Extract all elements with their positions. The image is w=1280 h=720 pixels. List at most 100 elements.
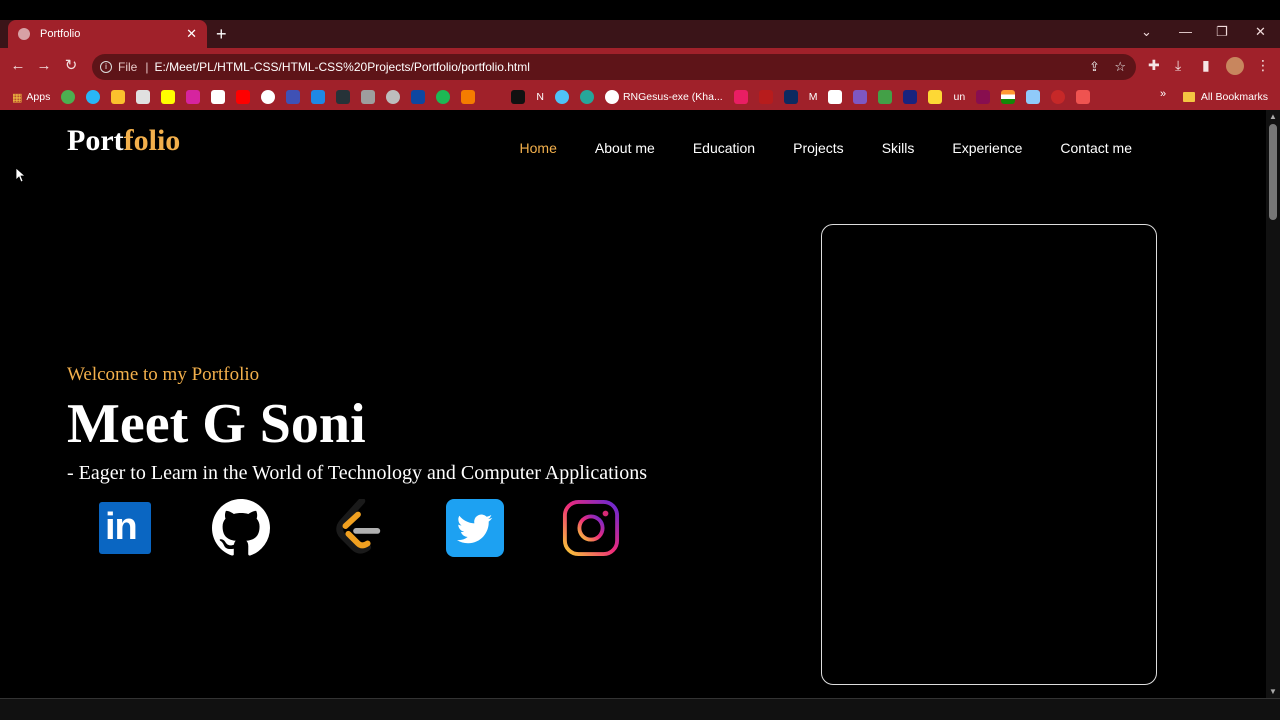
- gem-icon: [286, 90, 301, 104]
- minimize-icon[interactable]: —: [1179, 24, 1192, 39]
- globe-icon: [18, 28, 30, 40]
- bookmark-un[interactable]: un: [953, 91, 965, 103]
- portfolio-page: Portfolio Home About me Education Projec…: [0, 110, 1266, 698]
- bookmark-26[interactable]: [878, 90, 893, 104]
- nav-skills[interactable]: Skills: [882, 140, 915, 156]
- bookmark-6[interactable]: [186, 90, 201, 104]
- nav-projects[interactable]: Projects: [793, 140, 844, 156]
- close-tab-icon[interactable]: ✕: [186, 26, 197, 42]
- tab-search-icon[interactable]: ⌄: [1141, 24, 1152, 40]
- photo-icon: [1026, 90, 1041, 104]
- all-bookmarks-button[interactable]: All Bookmarks: [1182, 84, 1268, 110]
- restore-icon[interactable]: ❐: [1216, 24, 1228, 40]
- bookmark-15[interactable]: [411, 90, 426, 104]
- edge-icon: [86, 90, 101, 104]
- bookmark-11[interactable]: [311, 90, 326, 104]
- extensions-icon[interactable]: ✚: [1148, 57, 1160, 74]
- bookmark-30[interactable]: [1001, 90, 1016, 104]
- browser-tab[interactable]: Portfolio ✕: [8, 20, 207, 48]
- bookmark-32[interactable]: [1051, 90, 1066, 104]
- info-icon[interactable]: i: [100, 61, 112, 73]
- url-separator: |: [145, 60, 149, 74]
- bookmark-24[interactable]: [828, 90, 843, 104]
- hero-name: Meet G Soni: [67, 393, 366, 455]
- reload-icon[interactable]: ↻: [61, 56, 81, 76]
- bookmark-3[interactable]: [111, 90, 126, 104]
- bookmark-31[interactable]: [1026, 90, 1041, 104]
- bookmark-14[interactable]: [386, 90, 401, 104]
- bookmark-33[interactable]: [1076, 90, 1091, 104]
- nav-experience[interactable]: Experience: [952, 140, 1022, 156]
- bookmark-m-label: M: [808, 91, 818, 103]
- logo-accent: folio: [123, 124, 181, 157]
- bookmark-8[interactable]: [236, 90, 251, 104]
- page-scrollbar[interactable]: ▲ ▼: [1266, 110, 1280, 698]
- share-icon[interactable]: ⇪: [1089, 59, 1100, 74]
- bookmark-10[interactable]: [286, 90, 301, 104]
- bookmark-20[interactable]: [579, 90, 594, 104]
- bookmark-22[interactable]: [758, 90, 773, 104]
- site-logo[interactable]: Portfolio: [67, 124, 180, 158]
- bookmark-4[interactable]: [136, 90, 151, 104]
- profile-avatar[interactable]: [1226, 57, 1244, 75]
- bookmark-27[interactable]: [903, 90, 918, 104]
- nav-home[interactable]: Home: [520, 140, 557, 156]
- menu-icon[interactable]: ⋮: [1256, 57, 1270, 74]
- bookmark-m[interactable]: M: [809, 91, 818, 103]
- bookmark-7[interactable]: [211, 90, 226, 104]
- bookmark-2[interactable]: [86, 90, 101, 104]
- github-icon[interactable]: [212, 499, 270, 557]
- bookmark-18[interactable]: [511, 90, 526, 104]
- bookmark-29[interactable]: [976, 90, 991, 104]
- chrome-store-icon: [61, 90, 76, 104]
- close-window-icon[interactable]: ✕: [1255, 24, 1266, 40]
- linkedin-icon[interactable]: in: [99, 502, 151, 554]
- bookmark-apps[interactable]: ▦ Apps: [12, 91, 50, 104]
- address-bar[interactable]: i File | E:/Meet/PL/HTML-CSS/HTML-CSS%20…: [92, 54, 1136, 80]
- bookmark-apps-label: Apps: [26, 91, 51, 103]
- bookmark-n[interactable]: N: [536, 91, 544, 103]
- map-icon: [361, 90, 376, 104]
- s-icon: [579, 90, 594, 104]
- bookmark-19[interactable]: [554, 90, 569, 104]
- new-tab-button[interactable]: +: [216, 24, 227, 44]
- bookmark-star-icon[interactable]: ☆: [1114, 59, 1126, 74]
- side-panel-icon[interactable]: ▮: [1202, 57, 1210, 74]
- scrollbar-thumb[interactable]: [1269, 124, 1277, 220]
- site-dark-icon: [336, 90, 351, 104]
- nav-contact-me[interactable]: Contact me: [1060, 140, 1132, 156]
- bookmark-23[interactable]: [783, 90, 798, 104]
- spotify-icon: [436, 90, 451, 104]
- scroll-up-icon[interactable]: ▲: [1269, 112, 1277, 121]
- site-icon: [136, 90, 151, 104]
- pin-icon: [853, 90, 868, 104]
- forward-icon[interactable]: →: [34, 56, 54, 76]
- instagram-small-icon: [186, 90, 201, 104]
- omnibox-actions: ⇪ ☆: [1089, 59, 1126, 75]
- scroll-down-icon[interactable]: ▼: [1269, 687, 1277, 696]
- browser-titlebar: Portfolio ✕ + ⌄ — ❐ ✕: [0, 0, 1280, 48]
- bookmark-rngesus[interactable]: RNGesus-exe (Kha...: [604, 90, 723, 104]
- youtube-icon: [236, 90, 251, 104]
- bookmark-21[interactable]: [733, 90, 748, 104]
- bookmark-9[interactable]: [261, 90, 276, 104]
- url-text[interactable]: E:/Meet/PL/HTML-CSS/HTML-CSS%20Projects/…: [154, 60, 529, 74]
- leetcode-icon[interactable]: [329, 499, 387, 557]
- nav-about-me[interactable]: About me: [595, 140, 655, 156]
- bookmark-16[interactable]: [436, 90, 451, 104]
- instagram-icon[interactable]: [562, 499, 620, 557]
- bird-dark-icon: [783, 90, 798, 104]
- bookmark-13[interactable]: [361, 90, 376, 104]
- bookmark-1[interactable]: [61, 90, 76, 104]
- bookmark-17[interactable]: [461, 90, 476, 104]
- back-icon[interactable]: ←: [8, 56, 28, 76]
- bookmarks-overflow-icon[interactable]: »: [1160, 88, 1166, 100]
- nav-education[interactable]: Education: [693, 140, 755, 156]
- url-scheme: File: [118, 60, 138, 74]
- bookmark-5[interactable]: [161, 90, 176, 104]
- download-icon[interactable]: ⤓: [1175, 57, 1181, 74]
- bookmark-25[interactable]: [853, 90, 868, 104]
- bookmark-28[interactable]: [928, 90, 943, 104]
- bookmark-12[interactable]: [336, 90, 351, 104]
- twitter-icon[interactable]: [446, 499, 504, 557]
